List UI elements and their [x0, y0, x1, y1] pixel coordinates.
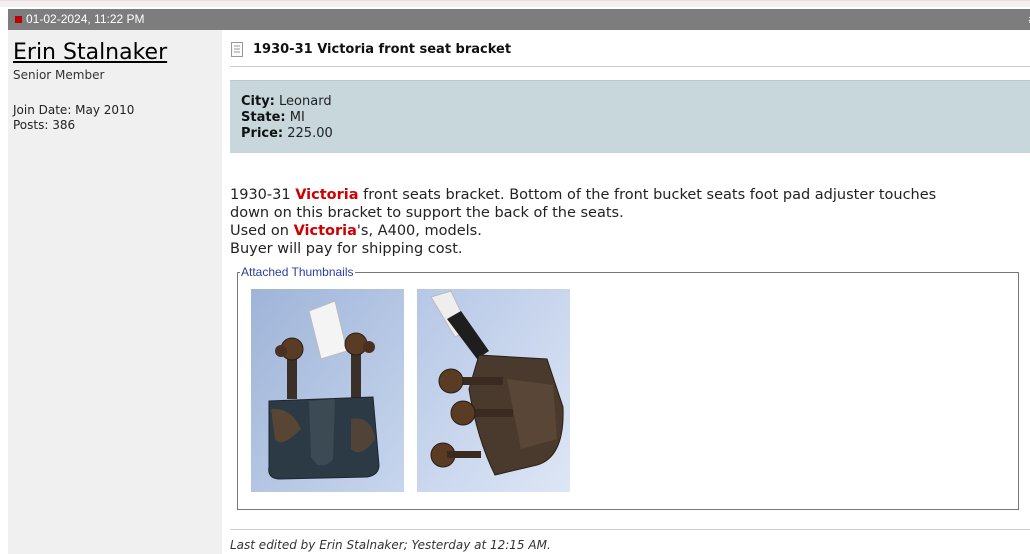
price-field: Price: 225.00: [241, 126, 333, 141]
last-edited-note: Last edited by Erin Stalnaker; Yesterday…: [230, 538, 551, 552]
attached-thumbnails-box: Attached Thumbnails: [237, 265, 1019, 510]
price-value: 225.00: [287, 126, 333, 141]
listing-info-box: City: Leonard State: MI Price: 225.00: [230, 80, 1030, 153]
bracket-photo-1: [251, 289, 404, 492]
post-count: Posts: 386: [13, 118, 76, 132]
post-header-bar: 01-02-2024, 11:22 PM #1: [8, 9, 1030, 30]
state-value: MI: [289, 110, 305, 125]
user-title: Senior Member: [13, 68, 105, 82]
message-line: Buyer will pay for shipping cost.: [230, 241, 463, 257]
document-icon: [231, 42, 243, 57]
join-date: Join Date: May 2010: [13, 103, 135, 117]
thumbnail-image-2[interactable]: [417, 289, 570, 492]
message-text: 's, A400, models.: [356, 223, 482, 239]
message-text: front seats bracket. Bottom of the front…: [358, 187, 937, 203]
message-text: 1930-31: [230, 187, 296, 203]
message-line: Used on Victoria's, A400, models.: [230, 223, 482, 239]
message-text: Used on: [230, 223, 294, 239]
attachments-legend: Attached Thumbnails: [240, 265, 355, 279]
city-label: City:: [241, 94, 275, 109]
city-field: City: Leonard: [241, 94, 332, 109]
post-title: 1930-31 Victoria front seat bracket: [253, 42, 512, 57]
post-status-icon: [15, 16, 22, 23]
user-info-panel: Erin Stalnaker Senior Member Join Date: …: [8, 30, 222, 554]
price-label: Price:: [241, 126, 284, 141]
footer-divider: [230, 529, 1030, 530]
title-divider: [230, 66, 1030, 67]
username-link[interactable]: Erin Stalnaker: [13, 40, 167, 65]
highlighted-keyword: Victoria: [295, 187, 359, 203]
city-value: Leonard: [279, 94, 332, 109]
thumbnail-image-1[interactable]: [251, 289, 404, 492]
post-content: 1930-31 Victoria front seat bracket City…: [222, 30, 1030, 554]
bracket-photo-2: [417, 289, 570, 492]
state-field: State: MI: [241, 110, 305, 125]
top-border: [0, 0, 1030, 7]
post-date: 01-02-2024, 11:22 PM: [26, 12, 145, 26]
state-label: State:: [241, 110, 286, 125]
message-line: 1930-31 Victoria front seats bracket. Bo…: [230, 187, 936, 203]
message-line: down on this bracket to support the back…: [230, 205, 624, 221]
highlighted-keyword: Victoria: [293, 223, 357, 239]
